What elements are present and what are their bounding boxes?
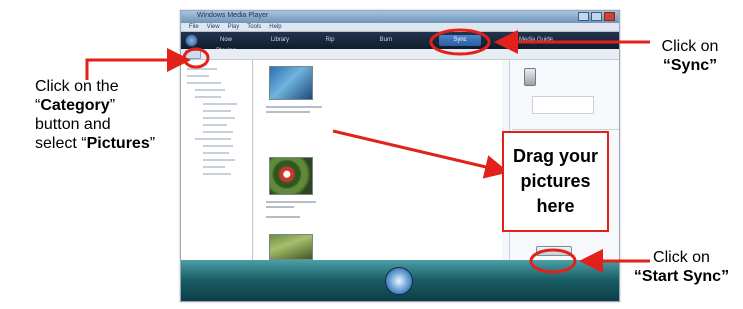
- pictures-keyword: Pictures: [86, 135, 150, 152]
- start-sync-line-1: Click on: [653, 249, 710, 266]
- category-select-prefix: select “: [35, 135, 87, 152]
- category-close-quote: ”: [109, 97, 116, 114]
- category-keyword: Category: [40, 97, 110, 114]
- sync-line-1: Click on: [661, 38, 719, 55]
- category-line-3: button and: [35, 116, 111, 133]
- drag-drop-target-box: Drag your pictures here: [502, 131, 609, 232]
- category-highlight-ellipse: [182, 47, 210, 69]
- drag-line-3: here: [536, 196, 575, 216]
- category-select-suffix: ”: [149, 135, 156, 152]
- drag-line-2: pictures: [520, 171, 591, 191]
- sync-instruction: Click on “Sync”: [640, 37, 740, 75]
- start-sync-instruction: Click on “Start Sync”: [620, 248, 743, 286]
- category-line-1: Click on the: [35, 78, 119, 95]
- start-sync-line-2: “Start Sync”: [633, 268, 730, 285]
- category-line-2: “Category”: [35, 96, 195, 115]
- drag-line-1: Drag your: [512, 146, 599, 166]
- category-instruction: Click on the “Category” button and selec…: [35, 77, 195, 153]
- sync-line-2: “Sync”: [662, 57, 718, 74]
- sync-highlight-ellipse: [429, 28, 491, 56]
- start-sync-highlight-ellipse: [529, 248, 577, 274]
- drag-instruction: Drag your pictures here: [511, 144, 601, 219]
- drag-callout-line: [332, 129, 509, 179]
- category-line-4: select “Pictures”: [35, 134, 195, 153]
